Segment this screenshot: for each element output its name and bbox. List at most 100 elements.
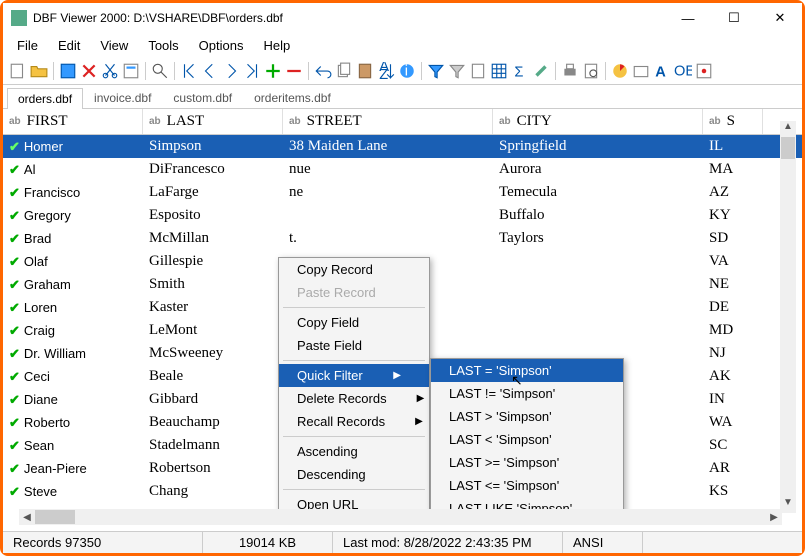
svg-text:A: A (655, 64, 666, 79)
column-last[interactable]: abLAST (143, 109, 283, 134)
check-icon: ✔ (9, 208, 20, 224)
preview-icon[interactable] (582, 62, 600, 80)
ctx-delete-records[interactable]: Delete Records▶ (279, 387, 429, 410)
ctx-copy-field[interactable]: Copy Field (279, 311, 429, 334)
table-row[interactable]: ✔GregoryEspositoBuffaloKY (3, 204, 802, 227)
maximize-button[interactable]: ☐ (720, 8, 748, 28)
filter-eq[interactable]: LAST = 'Simpson' (431, 359, 623, 382)
table-row[interactable]: ✔AlDiFrancesconueAuroraMA (3, 158, 802, 181)
cell-first: Homer (24, 139, 63, 154)
grid-icon[interactable] (490, 62, 508, 80)
cell-first: Loren (24, 300, 57, 315)
last-icon[interactable] (243, 62, 261, 80)
cut-icon[interactable] (101, 62, 119, 80)
cell-state: WA (703, 414, 763, 431)
vertical-scrollbar[interactable]: ▲ ▼ (780, 121, 796, 513)
chart-icon[interactable] (611, 62, 629, 80)
export-icon[interactable] (632, 62, 650, 80)
cell-state: KY (703, 207, 763, 224)
delete-icon[interactable] (80, 62, 98, 80)
print-icon[interactable] (561, 62, 579, 80)
info-icon[interactable]: i (398, 62, 416, 80)
prev-icon[interactable] (201, 62, 219, 80)
next-icon[interactable] (222, 62, 240, 80)
sum-icon[interactable]: Σ (511, 62, 529, 80)
scroll-left-icon[interactable]: ◀ (19, 512, 35, 523)
menu-help[interactable]: Help (255, 36, 298, 55)
font-icon[interactable]: A (653, 62, 671, 80)
copy-icon[interactable] (335, 62, 353, 80)
open-icon[interactable] (30, 62, 48, 80)
column-first[interactable]: abFIRST (3, 109, 143, 134)
file-tabs: orders.dbf invoice.dbf custom.dbf orderi… (3, 85, 802, 109)
scroll-thumb[interactable] (35, 510, 75, 524)
cell-street: ne (283, 184, 493, 201)
tab-invoice[interactable]: invoice.dbf (83, 87, 162, 108)
table-row[interactable]: ✔HomerSimpson38 Maiden LaneSpringfieldIL (3, 135, 802, 158)
minimize-button[interactable]: — (674, 8, 702, 28)
svg-text:Σ: Σ (514, 64, 523, 79)
ctx-copy-record[interactable]: Copy Record (279, 258, 429, 281)
find-icon[interactable] (151, 62, 169, 80)
column-street[interactable]: abSTREET (283, 109, 493, 134)
toolbar-sep (555, 62, 556, 80)
table-row[interactable]: ✔FranciscoLaFargeneTemeculaAZ (3, 181, 802, 204)
properties-icon[interactable] (122, 62, 140, 80)
ctx-recall-records[interactable]: Recall Records▶ (279, 410, 429, 433)
ctx-quick-filter[interactable]: Quick Filter▶ (279, 364, 429, 387)
filter-gt[interactable]: LAST > 'Simpson' (431, 405, 623, 428)
ctx-open-url[interactable]: Open URL (279, 493, 429, 509)
column-city[interactable]: abCITY (493, 109, 703, 134)
first-icon[interactable] (180, 62, 198, 80)
filter-like[interactable]: LAST LIKE 'Simpson' (431, 497, 623, 509)
table-row[interactable]: ✔BradMcMillant.TaylorsSD (3, 227, 802, 250)
chevron-right-icon: ▶ (415, 416, 423, 427)
scroll-up-icon[interactable]: ▲ (783, 121, 793, 137)
filter-icon[interactable] (427, 62, 445, 80)
calc-icon[interactable] (469, 62, 487, 80)
filter-clear-icon[interactable] (448, 62, 466, 80)
tab-custom[interactable]: custom.dbf (162, 87, 243, 108)
menu-options[interactable]: Options (191, 36, 252, 55)
column-state[interactable]: abS (703, 109, 763, 134)
save-icon[interactable] (59, 62, 77, 80)
settings-icon[interactable] (695, 62, 713, 80)
add-icon[interactable] (264, 62, 282, 80)
oem-icon[interactable]: OEM (674, 62, 692, 80)
sort-icon[interactable]: AZ (377, 62, 395, 80)
clear-icon[interactable] (532, 62, 550, 80)
menu-edit[interactable]: Edit (50, 36, 88, 55)
ctx-ascending[interactable]: Ascending (279, 440, 429, 463)
filter-le[interactable]: LAST <= 'Simpson' (431, 474, 623, 497)
new-icon[interactable] (9, 62, 27, 80)
menu-file[interactable]: File (9, 36, 46, 55)
quick-filter-submenu: LAST = 'Simpson' LAST != 'Simpson' LAST … (430, 358, 624, 509)
horizontal-scrollbar[interactable]: ◀ ▶ (19, 509, 782, 525)
cell-last: Beauchamp (143, 414, 283, 431)
remove-icon[interactable] (285, 62, 303, 80)
check-icon: ✔ (9, 415, 20, 431)
filter-ne[interactable]: LAST != 'Simpson' (431, 382, 623, 405)
chevron-right-icon: ▶ (393, 370, 401, 381)
ctx-sep (283, 360, 425, 361)
cell-first: Francisco (24, 185, 80, 200)
svg-text:i: i (405, 63, 408, 79)
menu-tools[interactable]: Tools (140, 36, 186, 55)
paste-icon[interactable] (356, 62, 374, 80)
close-button[interactable]: ✕ (766, 8, 794, 28)
menu-view[interactable]: View (92, 36, 136, 55)
scroll-right-icon[interactable]: ▶ (766, 512, 782, 523)
undo-icon[interactable] (314, 62, 332, 80)
filter-ge[interactable]: LAST >= 'Simpson' (431, 451, 623, 474)
ctx-descending[interactable]: Descending (279, 463, 429, 486)
status-encoding: ANSI (563, 532, 643, 553)
filter-lt[interactable]: LAST < 'Simpson' (431, 428, 623, 451)
tab-orders[interactable]: orders.dbf (7, 88, 83, 109)
scroll-down-icon[interactable]: ▼ (783, 497, 793, 513)
ctx-paste-field[interactable]: Paste Field (279, 334, 429, 357)
ctx-paste-record[interactable]: Paste Record (279, 281, 429, 304)
tab-orderitems[interactable]: orderitems.dbf (243, 87, 342, 108)
ctx-sep (283, 436, 425, 437)
scroll-thumb[interactable] (781, 137, 795, 159)
cell-state: AZ (703, 184, 763, 201)
